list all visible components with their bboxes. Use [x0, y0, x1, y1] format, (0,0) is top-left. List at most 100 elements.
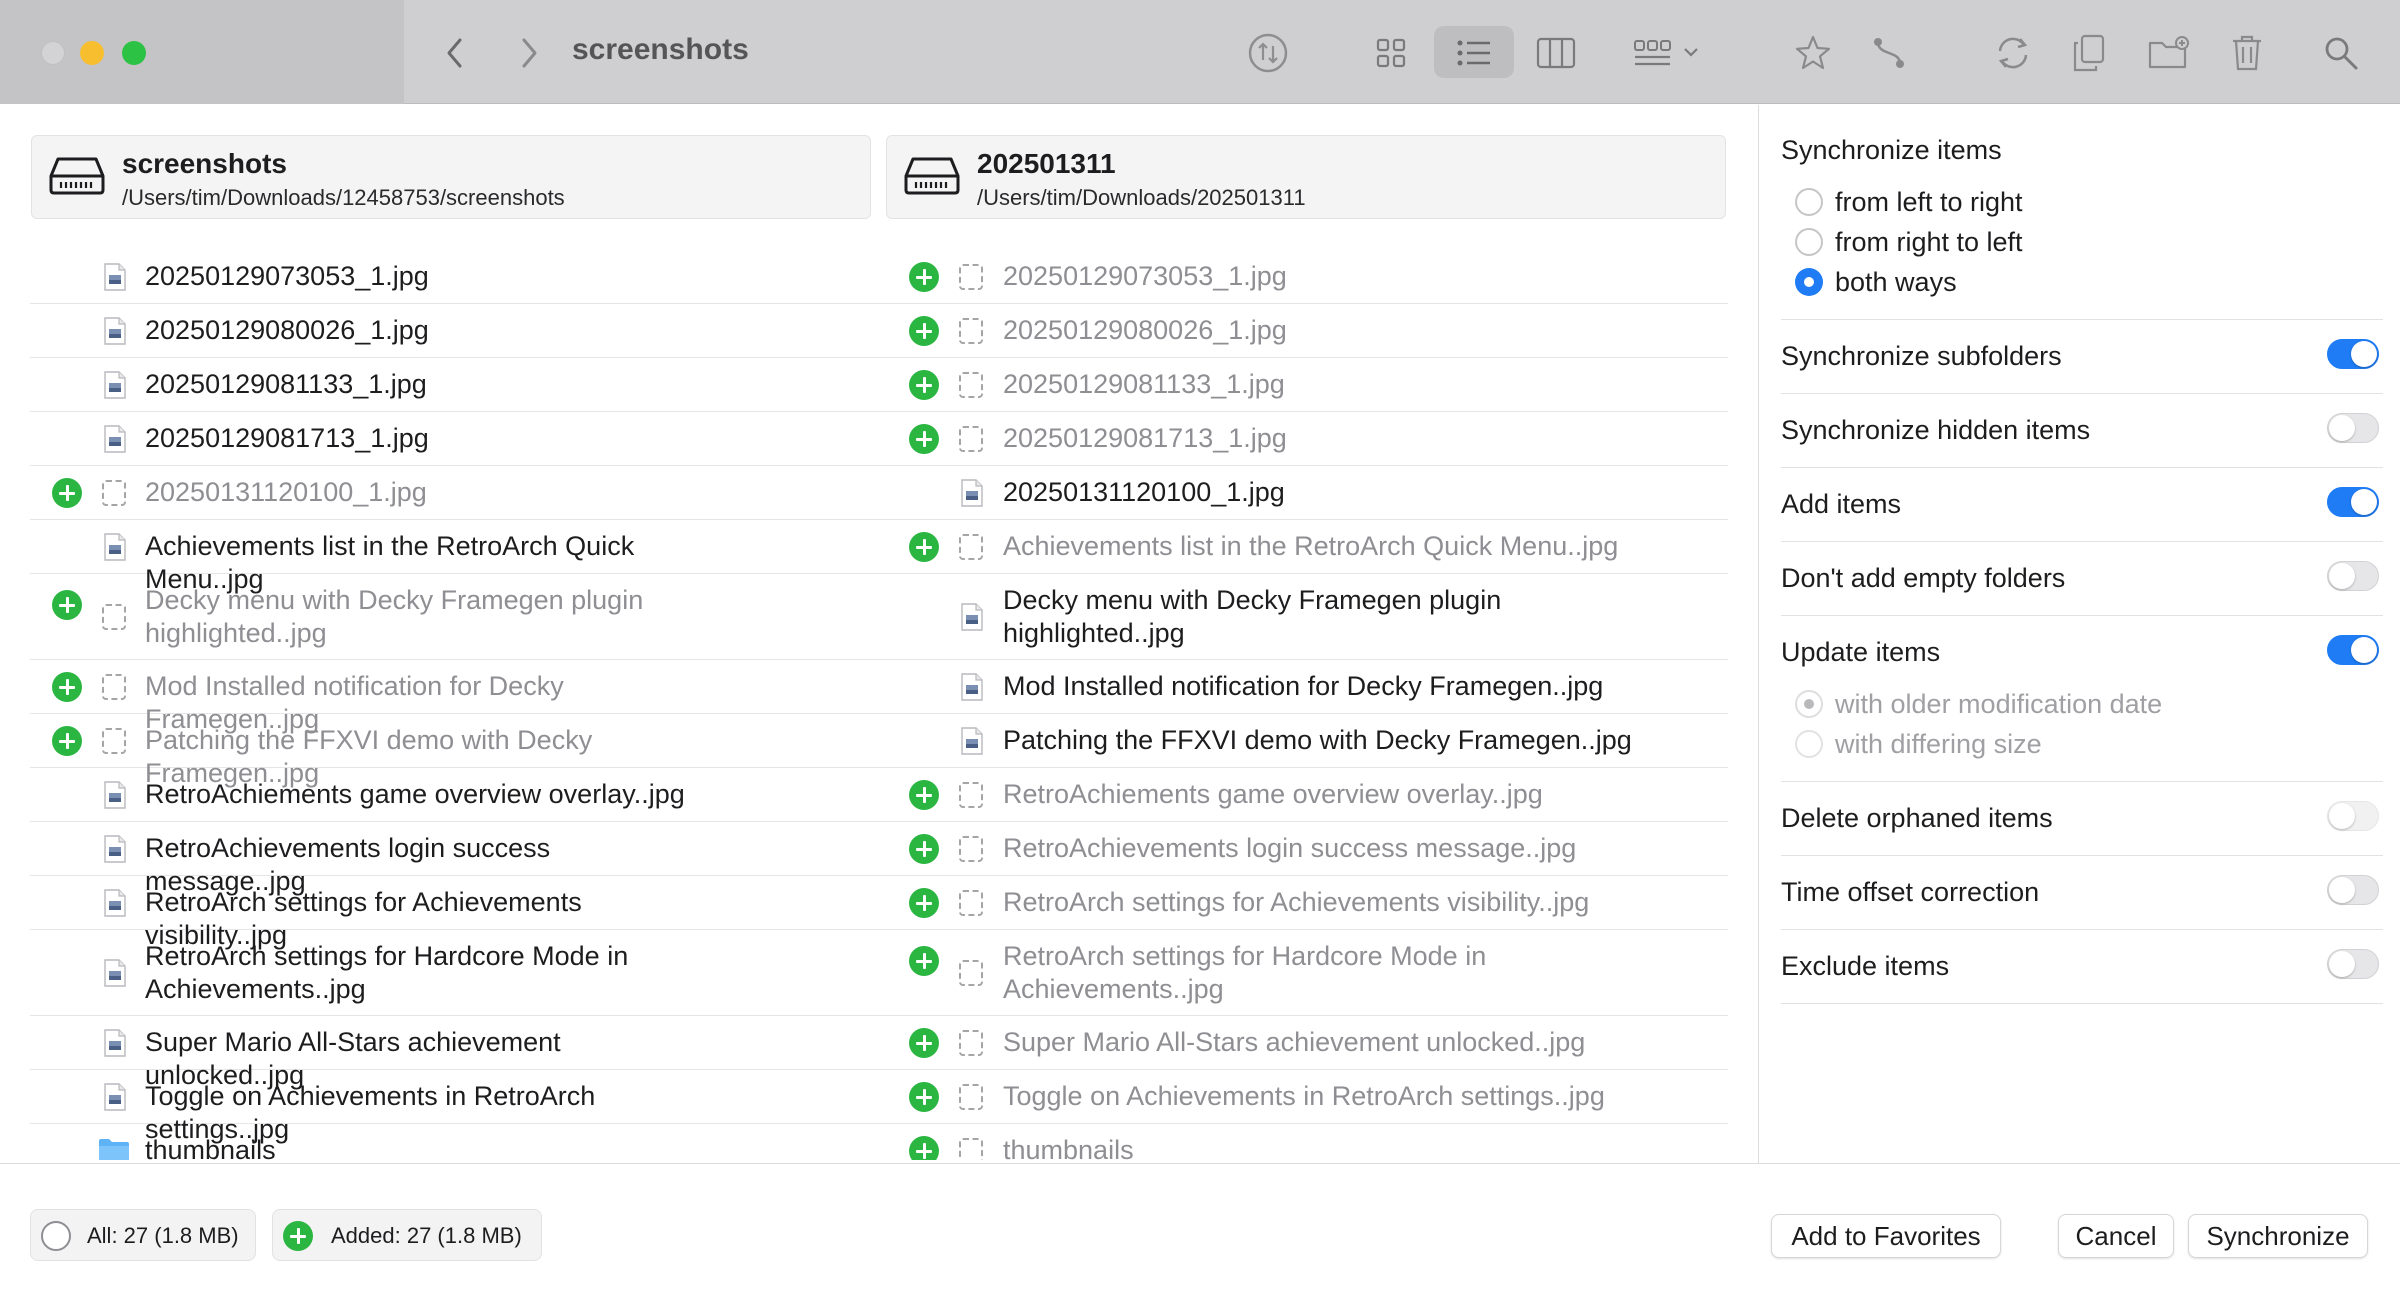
synchronize-button[interactable]: Synchronize — [2188, 1214, 2368, 1258]
right-file-name: Achievements list in the RetroArch Quick… — [1003, 531, 1619, 561]
table-row[interactable]: 20250129073053_1.jpg 20250129073053_1.jpg — [30, 250, 1728, 304]
left-file-cell[interactable]: Patching the FFXVI demo with Decky Frame… — [30, 714, 885, 788]
placeholder-file-icon — [102, 480, 126, 506]
table-row[interactable]: 20250129081713_1.jpg 20250129081713_1.jpg — [30, 412, 1728, 466]
table-row[interactable]: Super Mario All-Stars achievement unlock… — [30, 1016, 1728, 1090]
right-file-cell[interactable]: Super Mario All-Stars achievement unlock… — [885, 1016, 1728, 1069]
left-file-cell[interactable]: RetroAchiements game overview overlay..j… — [30, 768, 885, 821]
left-file-cell[interactable]: Achievements list in the RetroArch Quick… — [30, 520, 885, 594]
left-file-cell[interactable]: 20250129081133_1.jpg — [30, 358, 885, 411]
left-file-cell[interactable]: 20250129081713_1.jpg — [30, 412, 885, 465]
close-window-button[interactable] — [41, 41, 65, 65]
radio-older-modification-label[interactable]: with older modification date — [1835, 689, 2162, 720]
right-file-cell[interactable]: Decky menu with Decky Framegen plugin hi… — [885, 574, 1728, 659]
trash-button[interactable] — [2224, 30, 2270, 76]
right-file-cell[interactable]: Achievements list in the RetroArch Quick… — [885, 520, 1728, 573]
all-items-count: All: 27 (1.8 MB) — [87, 1223, 239, 1248]
image-file-icon — [104, 263, 126, 291]
table-row[interactable]: Toggle on Achievements in RetroArch sett… — [30, 1070, 1728, 1144]
exclude-items-toggle[interactable] — [2327, 949, 2379, 979]
radio-differing-size[interactable] — [1795, 730, 1823, 758]
left-file-cell[interactable]: Toggle on Achievements in RetroArch sett… — [30, 1070, 885, 1144]
left-file-cell[interactable]: RetroArch settings for Hardcore Mode in … — [30, 930, 885, 1015]
favorites-button[interactable] — [1790, 30, 1836, 76]
right-file-cell[interactable]: RetroArch settings for Hardcore Mode in … — [885, 930, 1728, 1015]
grid-view-button[interactable] — [1368, 30, 1414, 76]
placeholder-file-icon — [959, 534, 983, 560]
table-row[interactable]: RetroArch settings for Hardcore Mode in … — [30, 930, 1728, 1016]
back-button[interactable] — [432, 30, 478, 76]
right-file-cell[interactable]: thumbnails — [885, 1124, 1728, 1160]
image-file-icon — [961, 673, 983, 701]
table-row[interactable]: 20250131120100_1.jpg 20250131120100_1.jpg — [30, 466, 1728, 520]
add-items-toggle[interactable] — [2327, 487, 2379, 517]
right-file-cell[interactable]: RetroArch settings for Achievements visi… — [885, 876, 1728, 929]
copy-button[interactable] — [2066, 30, 2112, 76]
radio-differing-size-label[interactable]: with differing size — [1835, 729, 2042, 760]
forward-button[interactable] — [506, 30, 552, 76]
right-file-cell[interactable]: Mod Installed notification for Decky Fra… — [885, 660, 1728, 713]
added-items-filter[interactable]: Added: 27 (1.8 MB) — [272, 1209, 542, 1261]
left-file-cell[interactable]: 20250129073053_1.jpg — [30, 250, 885, 303]
table-row[interactable]: 20250129080026_1.jpg 20250129080026_1.jpg — [30, 304, 1728, 358]
cancel-button[interactable]: Cancel — [2058, 1214, 2174, 1258]
sync-subfolders-toggle[interactable] — [2327, 339, 2379, 369]
search-button[interactable] — [2318, 30, 2364, 76]
table-row[interactable]: Decky menu with Decky Framegen plugin hi… — [30, 574, 1728, 660]
right-file-cell[interactable]: 20250129073053_1.jpg — [885, 250, 1728, 303]
left-file-cell[interactable]: 20250131120100_1.jpg — [30, 466, 885, 519]
minimize-window-button[interactable] — [80, 41, 104, 65]
delete-orphaned-toggle[interactable] — [2327, 801, 2379, 831]
radio-left-to-right-label[interactable]: from left to right — [1835, 187, 2023, 218]
left-file-cell[interactable]: thumbnails — [30, 1124, 885, 1160]
sync-hidden-toggle[interactable] — [2327, 413, 2379, 443]
table-row[interactable]: RetroArch settings for Achievements visi… — [30, 876, 1728, 950]
right-file-cell[interactable]: 20250129081713_1.jpg — [885, 412, 1728, 465]
folder-icon — [98, 1137, 130, 1160]
all-items-filter[interactable]: All: 27 (1.8 MB) — [30, 1209, 256, 1261]
radio-older-modification[interactable] — [1795, 690, 1823, 718]
time-offset-toggle[interactable] — [2327, 875, 2379, 905]
radio-both-ways[interactable] — [1795, 268, 1823, 296]
right-file-cell[interactable]: RetroAchievements login success message.… — [885, 822, 1728, 875]
connect-button[interactable] — [1866, 30, 1912, 76]
radio-left-to-right[interactable] — [1795, 188, 1823, 216]
left-file-cell[interactable]: 20250129080026_1.jpg — [30, 304, 885, 357]
left-file-cell[interactable]: RetroAchievements login success message.… — [30, 822, 885, 896]
left-file-cell[interactable]: RetroArch settings for Achievements visi… — [30, 876, 885, 950]
table-row[interactable]: Mod Installed notification for Decky Fra… — [30, 660, 1728, 734]
new-folder-button[interactable] — [2146, 30, 2192, 76]
left-file-cell[interactable]: Super Mario All-Stars achievement unlock… — [30, 1016, 885, 1090]
table-row[interactable]: RetroAchievements login success message.… — [30, 822, 1728, 896]
table-row[interactable]: thumbnails thumbnails — [30, 1124, 1728, 1160]
share-button[interactable] — [1245, 30, 1291, 76]
right-file-cell[interactable]: 20250129080026_1.jpg — [885, 304, 1728, 357]
group-by-button[interactable] — [1630, 30, 1706, 76]
add-item-icon — [52, 672, 82, 702]
table-row[interactable]: RetroAchiements game overview overlay..j… — [30, 768, 1728, 822]
update-items-toggle[interactable] — [2327, 635, 2379, 665]
empty-folders-toggle[interactable] — [2327, 561, 2379, 591]
radio-both-ways-label[interactable]: both ways — [1835, 267, 1957, 298]
right-file-cell[interactable]: RetroAchiements game overview overlay..j… — [885, 768, 1728, 821]
table-row[interactable]: 20250129081133_1.jpg 20250129081133_1.jpg — [30, 358, 1728, 412]
list-view-button[interactable] — [1451, 30, 1497, 76]
file-comparison-list[interactable]: 20250129073053_1.jpg 20250129073053_1.jpg… — [30, 250, 1728, 1160]
column-view-button[interactable] — [1533, 30, 1579, 76]
right-file-cell[interactable]: Patching the FFXVI demo with Decky Frame… — [885, 714, 1728, 767]
right-folder-header[interactable]: 202501311 /Users/tim/Downloads/202501311 — [886, 135, 1726, 219]
radio-right-to-left-label[interactable]: from right to left — [1835, 227, 2023, 258]
right-file-cell[interactable]: 20250129081133_1.jpg — [885, 358, 1728, 411]
radio-right-to-left[interactable] — [1795, 228, 1823, 256]
sync-button[interactable] — [1990, 30, 2036, 76]
right-file-cell[interactable]: 20250131120100_1.jpg — [885, 466, 1728, 519]
right-file-cell[interactable]: Toggle on Achievements in RetroArch sett… — [885, 1070, 1728, 1123]
add-to-favorites-button[interactable]: Add to Favorites — [1771, 1214, 2001, 1258]
left-folder-header[interactable]: screenshots /Users/tim/Downloads/1245875… — [31, 135, 871, 219]
table-row[interactable]: Achievements list in the RetroArch Quick… — [30, 520, 1728, 594]
table-row[interactable]: Patching the FFXVI demo with Decky Frame… — [30, 714, 1728, 788]
left-file-cell[interactable]: Decky menu with Decky Framegen plugin hi… — [30, 574, 885, 659]
group-by-icon — [1634, 40, 1698, 66]
maximize-window-button[interactable] — [122, 41, 146, 65]
left-file-cell[interactable]: Mod Installed notification for Decky Fra… — [30, 660, 885, 734]
